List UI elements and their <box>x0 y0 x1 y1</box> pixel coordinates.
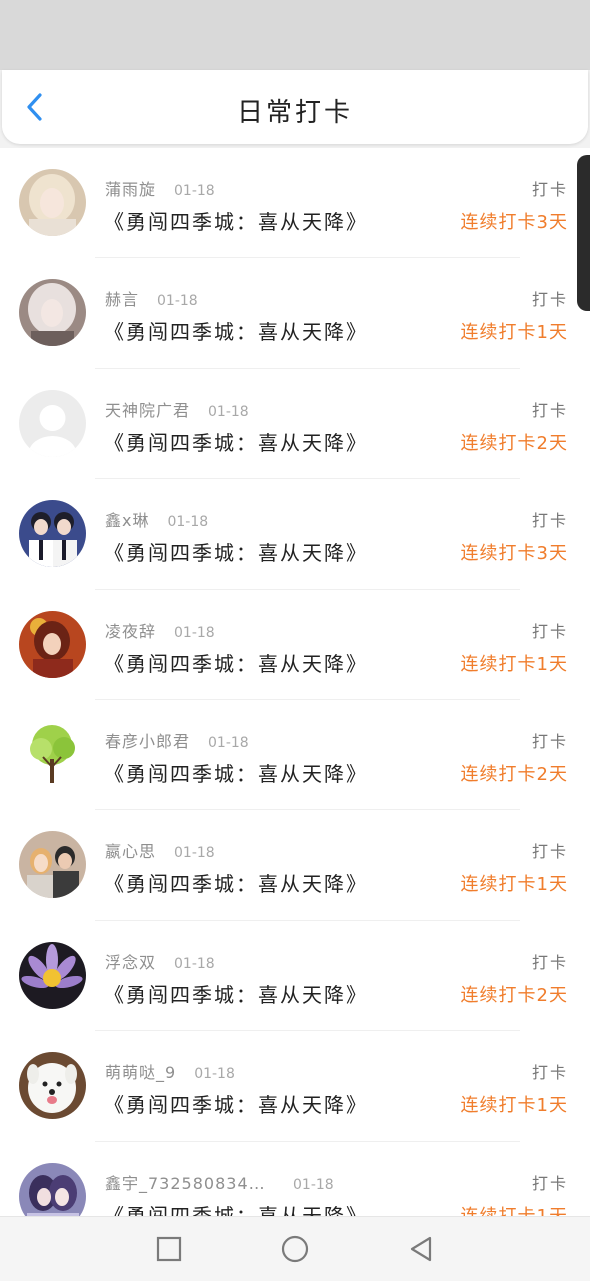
avatar[interactable] <box>19 500 86 568</box>
checkin-date: 01-18 <box>293 1176 334 1193</box>
book-title[interactable]: 《勇闯四季城：喜从天降》 <box>104 648 368 677</box>
streak-text: 连续打卡1天 <box>460 322 568 344</box>
book-title[interactable]: 《勇闯四季城：喜从天降》 <box>104 537 368 566</box>
dog-icon <box>19 1052 86 1120</box>
avatar[interactable] <box>19 1052 86 1120</box>
book-title[interactable]: 《勇闯四季城：喜从天降》 <box>104 979 368 1008</box>
header-bar: 日常打卡 <box>2 70 588 144</box>
avatar[interactable] <box>19 720 86 788</box>
avatar[interactable] <box>19 389 86 457</box>
streak-text: 连续打卡1天 <box>460 874 568 896</box>
checkin-label: 打卡 <box>531 952 568 972</box>
list-item[interactable]: 春彦小郎君 01-18 《勇闯四季城：喜从天降》 打卡 连续打卡2天 <box>0 700 590 811</box>
list-item[interactable]: 萌萌哒_9 01-18 《勇闯四季城：喜从天降》 打卡 连续打卡1天 <box>0 1031 590 1142</box>
list-item[interactable]: 凌夜辞 01-18 《勇闯四季城：喜从天降》 打卡 连续打卡1天 <box>0 590 590 700</box>
checkin-label: 打卡 <box>531 180 568 199</box>
list-item[interactable]: 嬴心思 01-18 《勇闯四季城：喜从天降》 打卡 连续打卡1天 <box>0 810 590 921</box>
circle-icon <box>281 1235 309 1263</box>
user-name[interactable]: 鑫x琳 <box>105 507 149 531</box>
home-button[interactable] <box>279 1233 311 1265</box>
default-avatar-icon <box>19 389 86 457</box>
streak-text: 连续打卡1天 <box>460 653 568 675</box>
streak-text: 连续打卡2天 <box>460 984 568 1006</box>
checkin-date: 01-18 <box>174 183 215 199</box>
streak-text: 连续打卡1天 <box>460 1095 568 1117</box>
list-item[interactable]: 天神院广君 01-18 《勇闯四季城：喜从天降》 打卡 连续打卡2天 <box>0 369 590 480</box>
streak-text: 连续打卡1天 <box>461 1202 568 1216</box>
book-title[interactable]: 《勇闯四季城：喜从天降》 <box>104 1089 368 1118</box>
streak-text: 连续打卡2天 <box>460 763 568 785</box>
status-bar <box>0 0 590 70</box>
book-title[interactable]: 《勇闯四季城：喜从天降》 <box>104 868 368 897</box>
checkin-date: 01-18 <box>167 514 209 531</box>
checkin-list[interactable]: 蒲雨旋 01-18 《勇闯四季城：喜从天降》 打卡 连续打卡3天 赫言 01-1… <box>0 148 590 1216</box>
checkin-date: 01-18 <box>157 293 198 310</box>
lotus-flower-icon <box>19 941 86 1009</box>
checkin-label: 打卡 <box>531 621 568 641</box>
avatar[interactable] <box>19 610 86 678</box>
user-name[interactable]: 萌萌哒_9 <box>105 1059 176 1083</box>
user-name[interactable]: 春彦小郎君 <box>105 728 190 752</box>
user-name[interactable]: 蒲雨旋 <box>105 176 156 200</box>
avatar[interactable] <box>19 279 86 347</box>
user-name[interactable]: 赫言 <box>105 286 139 310</box>
user-name[interactable]: 鑫宇_732580834775… <box>105 1170 275 1194</box>
list-item[interactable]: 鑫x琳 01-18 《勇闯四季城：喜从天降》 打卡 连续打卡3天 <box>0 479 590 590</box>
checkin-date: 01-18 <box>208 403 249 420</box>
recent-apps-button[interactable] <box>153 1233 185 1265</box>
user-name[interactable]: 浮念双 <box>105 949 156 973</box>
checkin-label: 打卡 <box>531 731 568 751</box>
tree-icon <box>19 720 86 788</box>
avatar[interactable] <box>19 941 86 1009</box>
back-nav-button[interactable] <box>405 1233 437 1265</box>
avatar[interactable] <box>19 169 86 236</box>
checkin-label: 打卡 <box>531 1063 568 1083</box>
checkin-date: 01-18 <box>174 845 215 862</box>
user-name[interactable]: 天神院广君 <box>105 397 190 421</box>
avatar[interactable] <box>19 1162 86 1216</box>
checkin-label: 打卡 <box>531 842 568 862</box>
checkin-date: 01-18 <box>174 624 215 641</box>
checkin-date: 01-18 <box>174 955 215 972</box>
triangle-back-icon <box>410 1236 432 1262</box>
streak-text: 连续打卡3天 <box>460 543 568 565</box>
book-title[interactable]: 《勇闯四季城：喜从天降》 <box>104 758 368 787</box>
side-drawer-handle[interactable] <box>577 155 590 311</box>
list-item[interactable]: 浮念双 01-18 《勇闯四季城：喜从天降》 打卡 连续打卡2天 <box>0 921 590 1032</box>
user-name[interactable]: 嬴心思 <box>105 838 156 862</box>
checkin-label: 打卡 <box>531 400 568 420</box>
system-nav-bar <box>0 1216 590 1281</box>
book-title[interactable]: 《勇闯四季城：喜从天降》 <box>104 206 368 235</box>
streak-text: 连续打卡3天 <box>460 212 568 233</box>
list-item[interactable]: 鑫宇_732580834775… 01-18 《勇闯四季城：喜从天降》 打卡 连… <box>0 1142 590 1216</box>
square-icon <box>156 1236 182 1262</box>
checkin-date: 01-18 <box>194 1066 235 1083</box>
book-title[interactable]: 《勇闯四季城：喜从天降》 <box>104 1200 368 1216</box>
user-name[interactable]: 凌夜辞 <box>105 618 156 642</box>
list-item[interactable]: 蒲雨旋 01-18 《勇闯四季城：喜从天降》 打卡 连续打卡3天 <box>0 148 590 259</box>
list-item[interactable]: 赫言 01-18 《勇闯四季城：喜从天降》 打卡 连续打卡1天 <box>0 258 590 369</box>
book-title[interactable]: 《勇闯四季城：喜从天降》 <box>104 427 368 456</box>
page-title: 日常打卡 <box>236 98 353 128</box>
checkin-label: 打卡 <box>531 290 568 310</box>
streak-text: 连续打卡2天 <box>460 432 568 454</box>
avatar[interactable] <box>19 831 86 899</box>
book-title[interactable]: 《勇闯四季城：喜从天降》 <box>104 316 368 345</box>
checkin-date: 01-18 <box>208 734 249 751</box>
checkin-label: 打卡 <box>531 511 568 531</box>
checkin-label: 打卡 <box>531 1173 568 1193</box>
